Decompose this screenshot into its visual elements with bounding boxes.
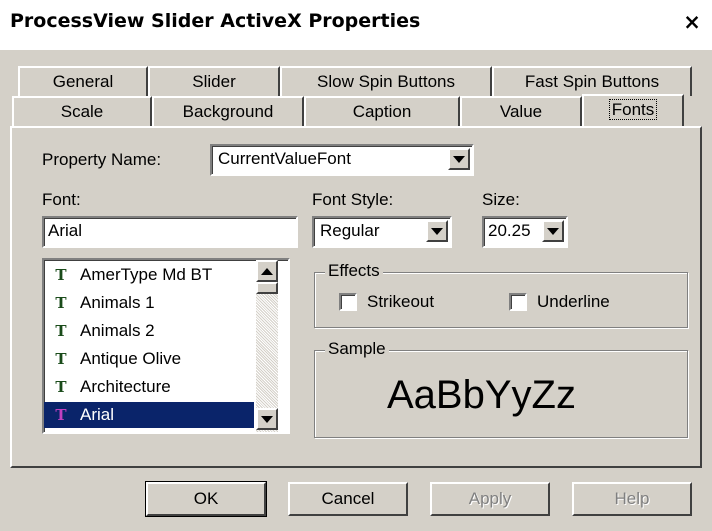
title-bar[interactable]: ProcessView Slider ActiveX Properties × bbox=[0, 0, 712, 50]
size-combo[interactable]: 20.25 bbox=[482, 216, 568, 248]
font-name-value: Arial bbox=[48, 221, 83, 240]
font-style-dropdown-button[interactable] bbox=[426, 220, 448, 242]
truetype-font-icon: T bbox=[55, 294, 67, 312]
sample-group: Sample AaBbYyZz bbox=[314, 339, 688, 438]
tab-background[interactable]: Background bbox=[152, 96, 304, 126]
chevron-down-icon bbox=[261, 415, 273, 423]
font-list[interactable]: T AmerType Md BT T Animals 1 T Animals 2 TA… bbox=[42, 258, 290, 434]
help-button[interactable]: Help bbox=[572, 482, 692, 516]
list-item[interactable]: T AmerType Md BT bbox=[44, 262, 254, 288]
list-item[interactable]: T Architecture bbox=[44, 374, 254, 400]
truetype-font-icon: T bbox=[55, 378, 67, 396]
truetype-font-icon: T bbox=[55, 322, 67, 340]
list-item-label: Architecture bbox=[80, 377, 171, 396]
underline-checkbox[interactable] bbox=[509, 293, 527, 311]
scroll-down-button[interactable] bbox=[256, 408, 278, 430]
tab-value[interactable]: Value bbox=[460, 96, 582, 126]
effects-group: Effects Strikeout Underline bbox=[314, 261, 688, 328]
font-list-scrollbar[interactable] bbox=[256, 260, 278, 432]
scroll-up-button[interactable] bbox=[256, 260, 278, 282]
list-item[interactable]: T Animals 2 bbox=[44, 318, 254, 344]
property-name-dropdown-button[interactable] bbox=[448, 148, 470, 170]
chevron-down-icon bbox=[547, 227, 559, 235]
list-item-label: AmerType Md BT bbox=[80, 265, 213, 284]
fonts-tab-panel: Property Name: CurrentValueFont Font: Ar… bbox=[10, 126, 702, 468]
dialog-window: ProcessView Slider ActiveX Properties × … bbox=[0, 0, 712, 531]
tab-fonts-label: Fonts bbox=[608, 99, 658, 120]
chevron-down-icon bbox=[453, 155, 465, 163]
size-value: 20.25 bbox=[488, 221, 531, 240]
tab-scale-label: Scale bbox=[60, 102, 104, 121]
size-label: Size: bbox=[482, 190, 520, 209]
underline-label: Underline bbox=[537, 292, 610, 311]
truetype-font-icon: T bbox=[55, 350, 67, 368]
tab-fast-spin-buttons-label: Fast Spin Buttons bbox=[524, 72, 660, 91]
list-item-selected[interactable]: T Arial bbox=[44, 402, 254, 428]
window-title: ProcessView Slider ActiveX Properties bbox=[10, 10, 421, 32]
strikeout-label: Strikeout bbox=[367, 292, 435, 311]
sample-group-title: Sample bbox=[325, 339, 389, 359]
font-label: Font: bbox=[42, 190, 81, 209]
list-item[interactable]: T Animals 1 bbox=[44, 290, 254, 316]
tab-general[interactable]: General bbox=[18, 66, 148, 96]
font-style-label: Font Style: bbox=[312, 190, 394, 209]
tab-slow-spin-buttons-label: Slow Spin Buttons bbox=[317, 72, 455, 91]
property-name-label: Property Name: bbox=[42, 150, 162, 169]
list-item-label: Animals 1 bbox=[80, 293, 155, 312]
list-item-label: Animals 2 bbox=[80, 321, 155, 340]
cancel-button[interactable]: Cancel bbox=[288, 482, 408, 516]
tab-scale[interactable]: Scale bbox=[12, 96, 152, 126]
effects-group-title: Effects bbox=[325, 261, 383, 281]
size-dropdown-button[interactable] bbox=[542, 220, 564, 242]
tab-caption[interactable]: Caption bbox=[304, 96, 460, 126]
list-item[interactable]: T Antique Olive bbox=[44, 346, 254, 372]
font-name-input[interactable]: Arial bbox=[42, 216, 298, 248]
tab-value-label: Value bbox=[499, 102, 543, 121]
truetype-font-icon: T bbox=[55, 266, 67, 284]
close-icon[interactable]: × bbox=[680, 10, 704, 34]
chevron-up-icon bbox=[261, 267, 273, 275]
tab-fast-spin-buttons[interactable]: Fast Spin Buttons bbox=[492, 66, 692, 96]
truetype-font-icon: T bbox=[55, 406, 67, 424]
scroll-thumb[interactable] bbox=[256, 282, 278, 294]
strikeout-checkbox[interactable] bbox=[339, 293, 357, 311]
sample-preview-text: AaBbYyZz bbox=[387, 373, 576, 417]
tab-caption-label: Caption bbox=[352, 102, 412, 121]
font-style-value: Regular bbox=[320, 221, 380, 240]
tab-slider[interactable]: Slider bbox=[148, 66, 280, 96]
tab-slow-spin-buttons[interactable]: Slow Spin Buttons bbox=[280, 66, 492, 96]
list-item-label: Arial bbox=[80, 405, 115, 424]
font-style-combo[interactable]: Regular bbox=[312, 216, 452, 248]
list-item-label: Antique Olive bbox=[80, 349, 182, 368]
ok-button[interactable]: OK bbox=[145, 481, 267, 517]
apply-button[interactable]: Apply bbox=[430, 482, 550, 516]
property-name-value: CurrentValueFont bbox=[218, 149, 351, 168]
tab-background-label: Background bbox=[182, 102, 274, 121]
property-name-combo[interactable]: CurrentValueFont bbox=[210, 144, 474, 176]
chevron-down-icon bbox=[431, 227, 443, 235]
tab-fonts[interactable]: Fonts bbox=[582, 94, 684, 126]
tab-general-label: General bbox=[52, 72, 114, 91]
tab-slider-label: Slider bbox=[192, 72, 236, 91]
